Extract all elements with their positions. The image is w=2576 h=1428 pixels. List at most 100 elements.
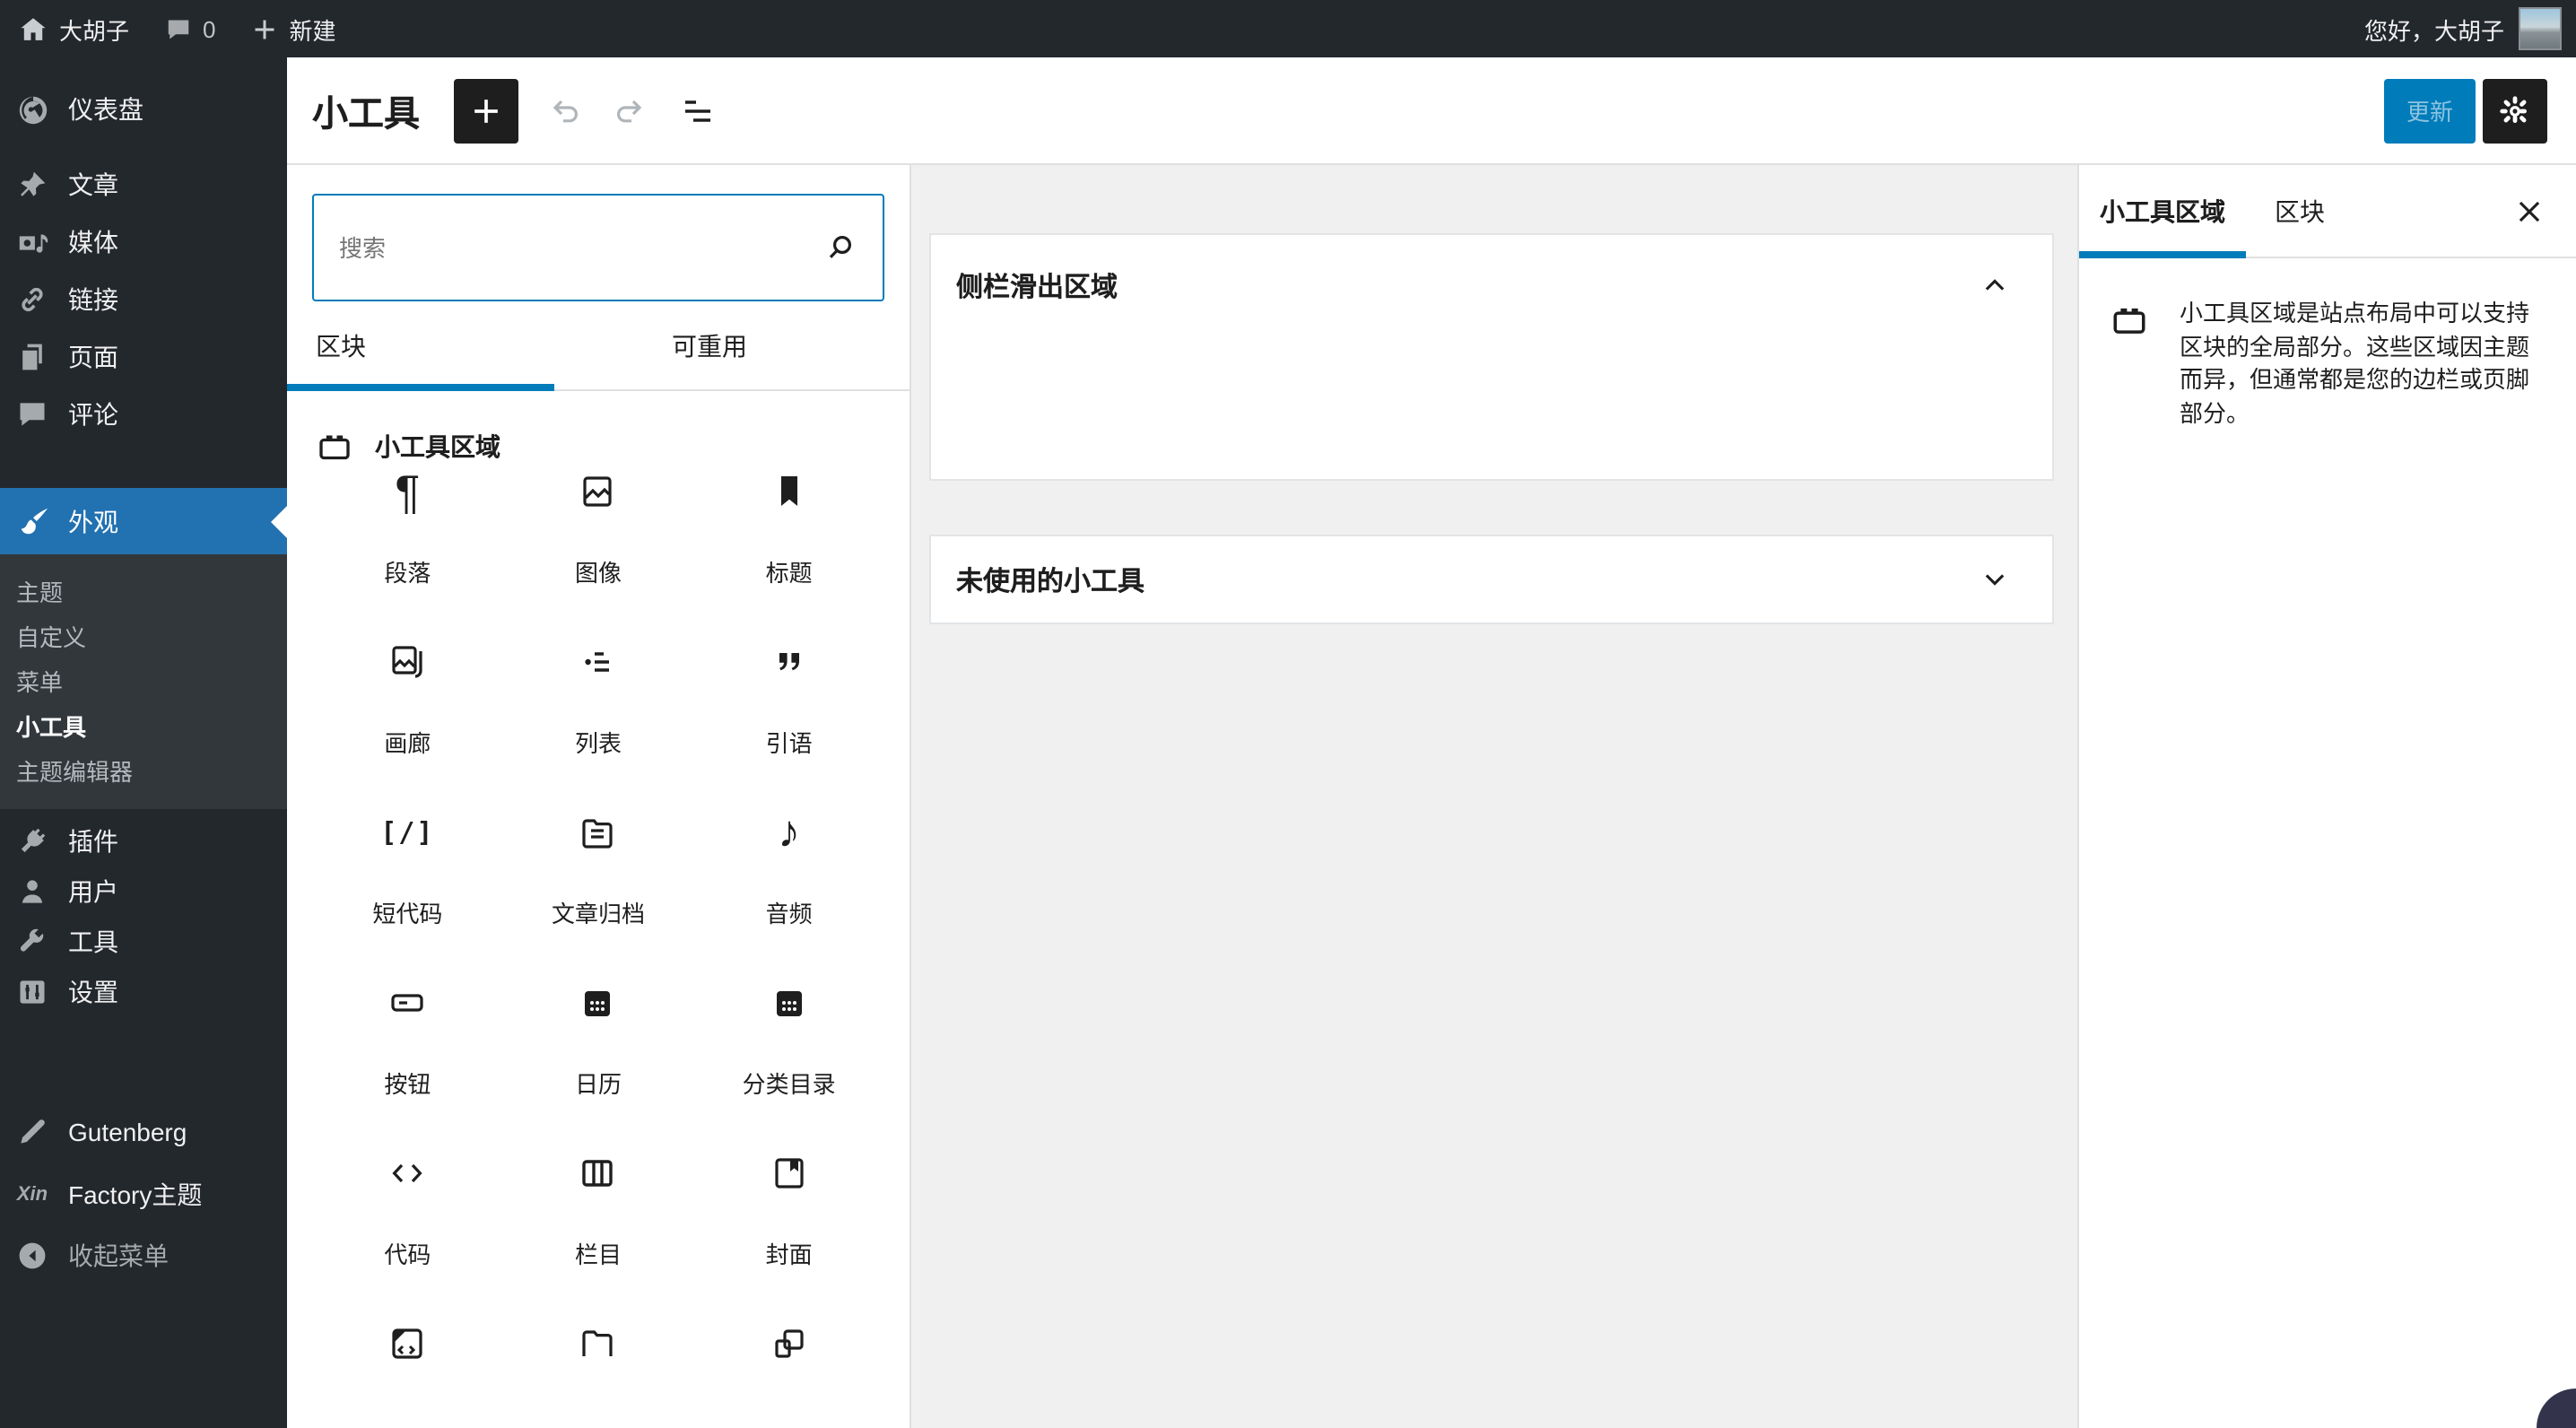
appearance-brush-icon xyxy=(14,503,50,539)
archives-icon xyxy=(577,811,620,854)
block-paragraph[interactable]: ¶ 段落 xyxy=(312,465,503,640)
tab-blocks[interactable]: 区块 xyxy=(287,301,553,391)
avatar[interactable] xyxy=(2519,7,2562,50)
redo-button[interactable] xyxy=(597,78,662,143)
submenu-item-themes[interactable]: 主题 xyxy=(0,569,287,614)
collapse-arrow-icon xyxy=(14,1238,50,1274)
quote-icon xyxy=(768,640,811,684)
calendar-icon xyxy=(577,981,620,1024)
audio-note-icon: ♪ xyxy=(778,807,801,858)
block-inserter-panel: 区块 可重用 小工具区域 ¶ 段落 图像 xyxy=(287,165,911,1428)
widget-area-inactive: 未使用的小工具 xyxy=(929,535,2054,624)
undo-button[interactable] xyxy=(533,78,597,143)
widget-area-title: 侧栏滑出区域 xyxy=(956,272,1118,302)
submenu-item-customize[interactable]: 自定义 xyxy=(0,614,287,658)
image-icon xyxy=(577,470,620,513)
admin-bar-site[interactable]: 大胡子 xyxy=(0,0,147,57)
tab-block[interactable]: 区块 xyxy=(2275,165,2325,257)
settings-gear-button[interactable] xyxy=(2483,78,2547,143)
pages-icon xyxy=(14,339,50,375)
sidebar-item-dashboard[interactable]: 仪表盘 xyxy=(0,81,287,138)
block-archives[interactable]: 文章归档 xyxy=(503,811,694,981)
list-view-button[interactable] xyxy=(666,78,730,143)
sidebar-item-label: 评论 xyxy=(68,400,118,429)
widget-area-section-header: 小工具区域 xyxy=(316,427,881,466)
sidebar-item-tools[interactable]: 工具 xyxy=(0,917,287,967)
block-columns[interactable]: 栏目 xyxy=(503,1152,694,1322)
block-heading[interactable]: 标题 xyxy=(693,470,884,640)
collapse-menu-button[interactable]: 收起菜单 xyxy=(0,1231,287,1281)
admin-bar-new[interactable]: 新建 xyxy=(234,0,354,57)
block-group[interactable] xyxy=(693,1322,884,1428)
chevron-down-icon xyxy=(1975,560,2015,599)
submenu-item-widgets[interactable]: 小工具 xyxy=(0,703,287,748)
block-buttons[interactable]: 按钮 xyxy=(312,981,503,1152)
block-quote[interactable]: 引语 xyxy=(693,640,884,811)
sidebar-item-comments[interactable]: 评论 xyxy=(0,386,287,443)
block-search-input[interactable] xyxy=(335,232,818,263)
block-list[interactable]: 列表 xyxy=(503,640,694,811)
block-audio[interactable]: ♪ 音频 xyxy=(693,807,884,981)
plugin-icon xyxy=(14,823,50,859)
submenu-item-menus[interactable]: 菜单 xyxy=(0,658,287,703)
block-image[interactable]: 图像 xyxy=(503,470,694,640)
widget-area-icon xyxy=(2110,298,2149,431)
widget-area-header[interactable]: 侧栏滑出区域 xyxy=(931,235,2052,335)
wrench-icon xyxy=(14,924,50,960)
settings-tabs: 小工具区域 区块 xyxy=(2079,165,2576,258)
admin-bar: 大胡子 0 新建 您好，大胡子 xyxy=(0,0,2576,57)
block-shortcode[interactable]: [/] 短代码 xyxy=(312,811,503,981)
sidebar-item-label: 页面 xyxy=(68,343,118,371)
pencil-icon xyxy=(14,1114,50,1150)
user-icon xyxy=(14,874,50,910)
submenu-item-theme-editor[interactable]: 主题编辑器 xyxy=(0,748,287,793)
block-cover[interactable]: 封面 xyxy=(693,1152,884,1322)
tab-widget-areas[interactable]: 小工具区域 xyxy=(2079,165,2246,258)
update-button[interactable]: 更新 xyxy=(2384,78,2476,143)
shortcode-icon: [/] xyxy=(380,816,435,849)
sidebar-item-label: 设置 xyxy=(68,978,118,1006)
sidebar-item-links[interactable]: 链接 xyxy=(0,271,287,328)
media-icon xyxy=(14,224,50,260)
sidebar-item-plugins[interactable]: 插件 xyxy=(0,816,287,866)
block-search-box xyxy=(312,194,884,301)
sidebar-item-media[interactable]: 媒体 xyxy=(0,213,287,271)
comment-count: 0 xyxy=(203,15,216,42)
pushpin-icon xyxy=(14,167,50,203)
block-categories[interactable]: 分类目录 xyxy=(693,981,884,1152)
sidebar-item-factory-theme[interactable]: Xin Factory主题 xyxy=(0,1170,287,1220)
sidebar-item-settings[interactable]: 设置 xyxy=(0,967,287,1017)
paragraph-icon: ¶ xyxy=(395,465,421,518)
close-settings-button[interactable] xyxy=(2508,189,2551,232)
sidebar-item-label: 媒体 xyxy=(68,228,118,257)
sidebar-item-label: 外观 xyxy=(68,507,118,536)
sidebar-item-label: Factory主题 xyxy=(68,1180,203,1209)
list-icon xyxy=(577,640,620,684)
widget-area-icon xyxy=(316,429,353,465)
custom-html-icon xyxy=(386,1322,429,1365)
close-icon xyxy=(2510,191,2549,231)
sidebar-item-pages[interactable]: 页面 xyxy=(0,328,287,386)
sidebar-item-appearance[interactable]: 外观 xyxy=(0,488,287,554)
block-calendar[interactable]: 日历 xyxy=(503,981,694,1152)
block-gallery[interactable]: 画廊 xyxy=(312,640,503,811)
categories-icon xyxy=(768,981,811,1024)
gallery-icon xyxy=(386,640,429,684)
tab-reusable[interactable]: 可重用 xyxy=(553,301,909,389)
sidebar-item-users[interactable]: 用户 xyxy=(0,866,287,917)
widget-area-header[interactable]: 未使用的小工具 xyxy=(931,529,2052,630)
block-inserter-toggle-button[interactable] xyxy=(454,78,518,143)
sidebar-item-posts[interactable]: 文章 xyxy=(0,156,287,213)
widget-areas-description: 小工具区域是站点布局中可以支持区块的全局部分。这些区域因主题而异，但通常都是您的… xyxy=(2079,258,2576,431)
block-custom-html[interactable] xyxy=(312,1322,503,1428)
xin-logo-icon: Xin xyxy=(16,1184,48,1206)
block-code[interactable]: 代码 xyxy=(312,1152,503,1322)
user-greeting[interactable]: 您好，大胡子 xyxy=(2364,12,2504,46)
sidebar-item-gutenberg[interactable]: Gutenberg xyxy=(0,1107,287,1157)
block-file[interactable] xyxy=(503,1322,694,1428)
sidebar-item-label: 插件 xyxy=(68,827,118,856)
group-icon xyxy=(768,1322,811,1365)
sidebar-item-label: 仪表盘 xyxy=(68,95,144,124)
sidebar-item-label: 收起菜单 xyxy=(68,1241,169,1270)
admin-bar-comments[interactable]: 0 xyxy=(147,0,233,57)
